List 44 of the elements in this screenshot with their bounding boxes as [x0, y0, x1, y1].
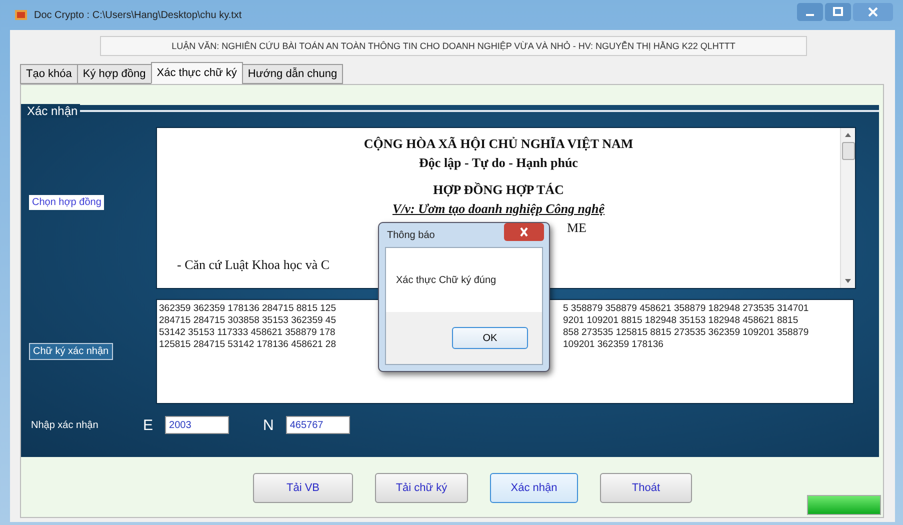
signature-text: 9201 109201 8815 182948 35153 182948 458621 8815: [563, 315, 800, 327]
scroll-up-icon[interactable]: [844, 132, 852, 138]
signature-text: 125815 284715 53142 178136 458621 28: [159, 339, 337, 351]
app-icon: [14, 8, 28, 22]
document-line: - Căn cứ Luật Khoa học và C: [177, 257, 330, 272]
signature-text: 284715 284715 303858 35153 362359 45: [159, 315, 337, 327]
choose-contract-button[interactable]: Chọn hợp đồng: [29, 194, 104, 210]
maximize-icon[interactable]: [825, 3, 851, 21]
signature-text: 362359 362359 178136 284715 8815 125: [159, 303, 337, 315]
e-input-field[interactable]: 2003: [165, 416, 230, 434]
tab[interactable]: Tạo khóa: [20, 64, 78, 84]
dialog-title: Thông báo: [387, 230, 435, 240]
document-line: ME: [567, 220, 586, 235]
n-label: N: [263, 416, 274, 434]
ok-button[interactable]: OK: [452, 327, 528, 349]
close-icon[interactable]: [853, 3, 893, 21]
signature-label: Chữ ký xác nhận: [29, 343, 113, 360]
action-button[interactable]: Tải chữ ký: [375, 473, 468, 503]
document-line: V/v: Ươm tạo doanh nghiệp Công nghệ: [392, 201, 605, 216]
scroll-down-icon[interactable]: [844, 278, 852, 284]
e-label: E: [143, 416, 154, 434]
action-button[interactable]: Thoát: [600, 473, 692, 503]
scroll-thumb[interactable]: [842, 142, 854, 160]
scrollbar[interactable]: [840, 128, 855, 288]
tab[interactable]: Hướng dẫn chung: [242, 64, 344, 84]
n-input-field[interactable]: 465767: [286, 416, 350, 434]
signature-text: 858 273535 125815 8815 273535 362359 109201 358879: [563, 327, 810, 339]
document-line: CỘNG HÒA XÃ HỘI CHỦ NGHĨA VIỆT NAM: [364, 136, 634, 151]
close-icon[interactable]: [504, 223, 544, 241]
signature-text: 5 358879 358879 458621 358879 182948 273535 314701: [563, 303, 810, 315]
action-button[interactable]: Xác nhận: [490, 473, 578, 503]
header-label: LUẬN VĂN: NGHIÊN CỨU BÀI TOÁN AN TOÀN THÔNG TIN CHO DOANH NGHIỆP VỪA VÀ NHỎ - HV: NGUYỄN THỊ HẰNG K22 QLHTTT: [100, 36, 807, 56]
minimize-icon[interactable]: [797, 3, 823, 21]
tab[interactable]: Xác thực chữ ký: [150, 62, 243, 84]
signature-text: 53142 35153 117333 458621 358879 178: [159, 327, 336, 339]
input-label: Nhập xác nhận: [31, 420, 100, 430]
action-button[interactable]: Tải VB: [253, 473, 353, 503]
document-line: Độc lập - Tự do - Hạnh phúc: [419, 155, 578, 170]
dialog-message: Xác thực Chữ ký đúng: [396, 274, 496, 286]
window-title: Doc Crypto : C:\Users\Hang\Desktop\chu ky.txt: [34, 10, 242, 20]
group-legend: Xác nhận: [21, 104, 80, 118]
signature-text: 109201 362359 178136: [563, 339, 664, 351]
document-line: HỢP ĐỒNG HỢP TÁC: [433, 182, 564, 197]
tab[interactable]: Ký hợp đồng: [76, 64, 152, 84]
